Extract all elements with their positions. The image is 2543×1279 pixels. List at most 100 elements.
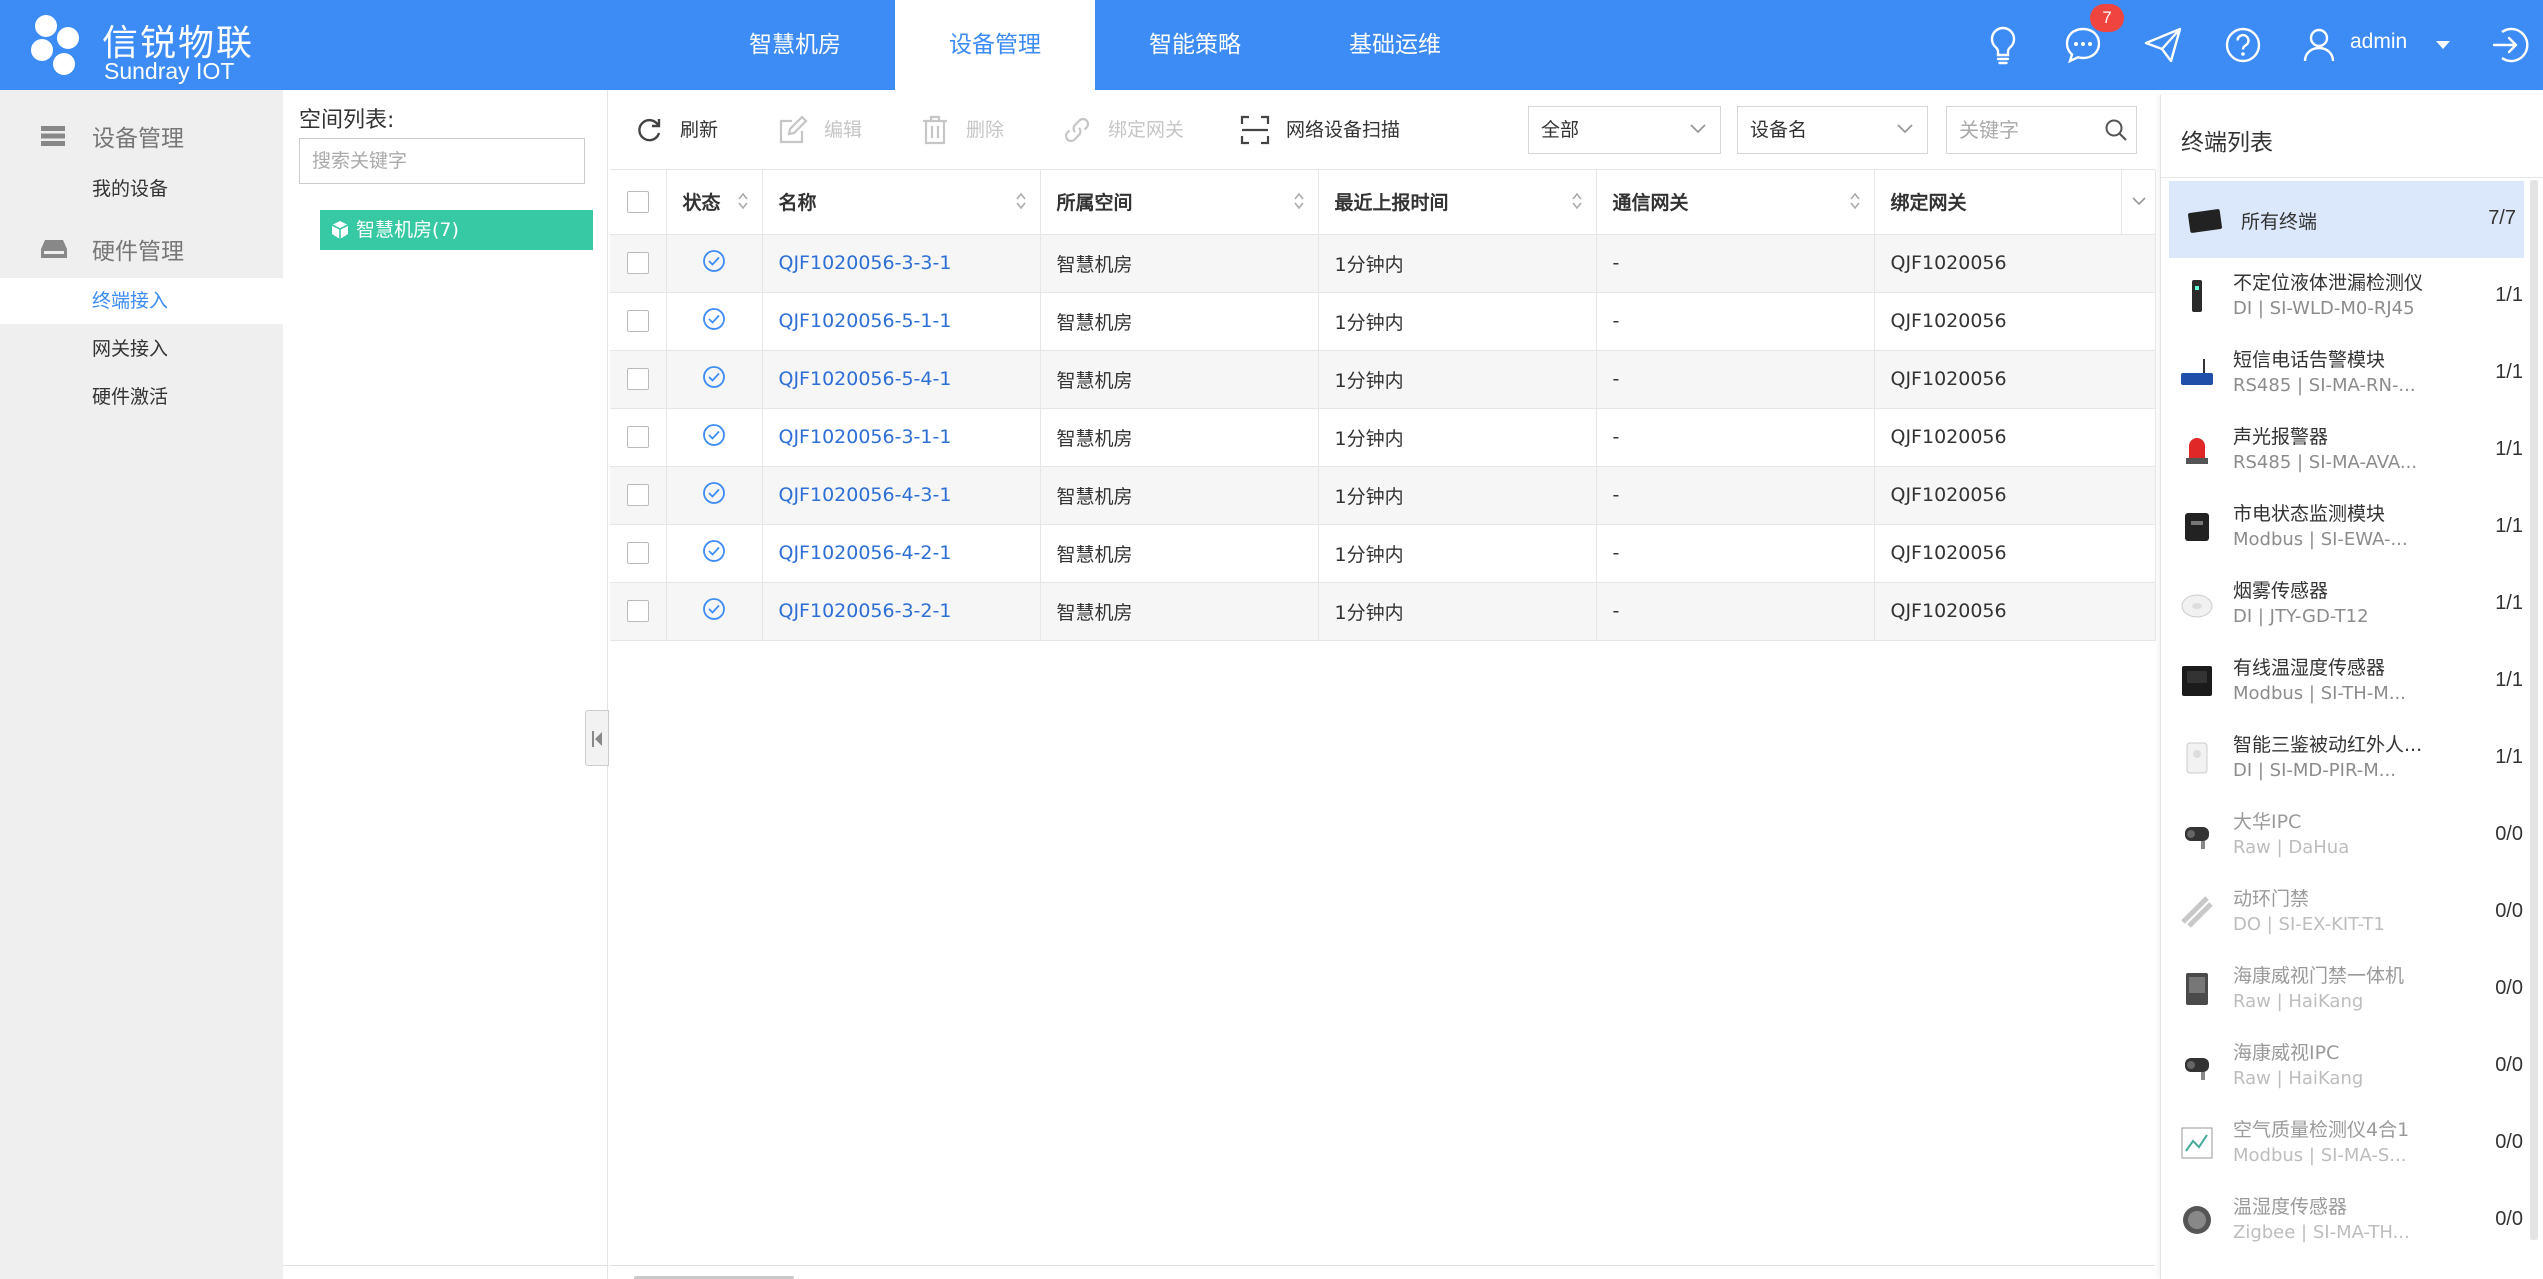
terminal-list-item[interactable]: 海康威视IPC Raw | HaiKang 0/0 xyxy=(2161,1028,2531,1105)
device-name-link[interactable]: QJF1020056-5-4-1 xyxy=(762,350,1041,409)
nav-tab-basic-ops[interactable]: 基础运维 xyxy=(1295,0,1495,90)
table-row[interactable]: QJF1020056-3-1-1 智慧机房 1分钟内 - QJF1020056 xyxy=(610,408,2156,467)
row-checkbox-cell[interactable] xyxy=(610,466,667,525)
status-filter-select[interactable]: 全部 xyxy=(1528,106,1721,154)
column-header-comm-gateway[interactable]: 通信网关 xyxy=(1596,170,1875,235)
terminal-list-item[interactable]: 声光报警器 RS485 | SI-MA-AVA... 1/1 xyxy=(2161,412,2531,489)
nav-tab-device-management[interactable]: 设备管理 xyxy=(895,0,1095,90)
caret-down-icon[interactable] xyxy=(2432,34,2454,56)
lightbulb-icon[interactable] xyxy=(1980,22,2026,68)
terminal-list-item[interactable]: 大华IPC Raw | DaHua 0/0 xyxy=(2161,797,2531,874)
last-report-cell: 1分钟内 xyxy=(1318,350,1597,409)
terminal-list-scrollbar[interactable] xyxy=(2530,180,2538,1240)
column-header-space[interactable]: 所属空间 xyxy=(1040,170,1319,235)
row-checkbox-cell[interactable] xyxy=(610,524,667,583)
row-checkbox-cell[interactable] xyxy=(610,408,667,467)
search-icon[interactable] xyxy=(2104,118,2128,142)
terminal-online-count: 1/1 xyxy=(2495,284,2523,306)
sort-icon[interactable] xyxy=(1293,192,1304,210)
row-checkbox-cell[interactable] xyxy=(610,234,667,293)
row-checkbox[interactable] xyxy=(626,542,649,565)
sidebar-item-hardware-activation[interactable]: 硬件激活 xyxy=(0,374,283,420)
delete-button[interactable]: 删除 xyxy=(920,112,1030,148)
row-checkbox[interactable] xyxy=(626,484,649,507)
terminal-list-item[interactable]: 市电状态监测模块 Modbus | SI-EWA-... 1/1 xyxy=(2161,489,2531,566)
logout-icon[interactable] xyxy=(2488,22,2534,68)
terminal-list-item[interactable]: 空气质量检测仪4合1 Modbus | SI-MA-S... 0/0 xyxy=(2161,1105,2531,1182)
row-checkbox[interactable] xyxy=(626,252,649,275)
brand-logo[interactable]: 信锐物联 Sundray IOT xyxy=(24,8,264,84)
nav-tab-smart-room[interactable]: 智慧机房 xyxy=(695,0,895,90)
column-menu-button[interactable] xyxy=(2120,170,2155,233)
sidebar-group-device-management[interactable]: 设备管理 xyxy=(0,105,283,165)
user-icon[interactable] xyxy=(2296,22,2342,68)
terminal-list-item[interactable]: 智能三鉴被动红外人... DI | SI-MD-PIR-M... 1/1 xyxy=(2161,720,2531,797)
device-name-link[interactable]: QJF1020056-3-2-1 xyxy=(762,582,1041,641)
bind-gateway-cell: QJF1020056 xyxy=(1874,582,2156,641)
nav-tab-smart-strategy[interactable]: 智能策略 xyxy=(1095,0,1295,90)
column-header-last-report[interactable]: 最近上报时间 xyxy=(1318,170,1597,235)
device-name-link[interactable]: QJF1020056-5-1-1 xyxy=(762,292,1041,351)
terminal-list-item[interactable]: 有线温湿度传感器 Modbus | SI-TH-M... 1/1 xyxy=(2161,643,2531,720)
row-checkbox[interactable] xyxy=(626,310,649,333)
terminal-list-item[interactable]: 海康威视门禁一体机 Raw | HaiKang 0/0 xyxy=(2161,951,2531,1028)
field-filter-select[interactable]: 设备名 xyxy=(1737,106,1928,154)
terminal-list-item[interactable]: 温湿度传感器(MS-T... xyxy=(2161,1259,2531,1279)
device-name-link[interactable]: QJF1020056-3-1-1 xyxy=(762,408,1041,467)
column-header-bind-gateway[interactable]: 绑定网关 xyxy=(1874,170,2156,235)
bind-gateway-button[interactable]: 绑定网关 xyxy=(1062,112,1202,148)
sort-icon[interactable] xyxy=(737,192,748,210)
terminal-protocol-model: DO | SI-EX-KIT-T1 xyxy=(2233,914,2385,935)
sidebar-item-my-devices[interactable]: 我的设备 xyxy=(0,166,283,212)
terminal-protocol-model: Raw | DaHua xyxy=(2233,837,2350,858)
table-row[interactable]: QJF1020056-4-2-1 智慧机房 1分钟内 - QJF1020056 xyxy=(610,524,2156,583)
row-checkbox[interactable] xyxy=(626,600,649,623)
network-device-scan-button[interactable]: 网络设备扫描 xyxy=(1240,112,1440,148)
select-all-checkbox-cell[interactable] xyxy=(610,170,667,235)
sort-icon[interactable] xyxy=(1849,192,1860,210)
terminal-list-item[interactable]: 所有终端 7/7 xyxy=(2169,181,2524,258)
top-bar: 信锐物联 Sundray IOT 智慧机房 设备管理 智能策略 基础运维 7 a… xyxy=(0,0,2543,90)
status-cell xyxy=(666,350,763,409)
sidebar-group-hardware-management[interactable]: 硬件管理 xyxy=(0,218,283,278)
terminal-list-item[interactable]: 烟雾传感器 DI | JTY-GD-T12 1/1 xyxy=(2161,566,2531,643)
row-checkbox[interactable] xyxy=(626,368,649,391)
space-search-input[interactable] xyxy=(299,138,585,184)
table-row[interactable]: QJF1020056-3-2-1 智慧机房 1分钟内 - QJF1020056 xyxy=(610,582,2156,641)
sidebar-item-terminal-access[interactable]: 终端接入 xyxy=(0,278,283,324)
row-checkbox-cell[interactable] xyxy=(610,582,667,641)
terminal-list-item[interactable]: 短信电话告警模块 RS485 | SI-MA-RN-... 1/1 xyxy=(2161,335,2531,412)
help-icon[interactable] xyxy=(2220,22,2266,68)
column-header-name[interactable]: 名称 xyxy=(762,170,1041,235)
sidebar-group-label: 硬件管理 xyxy=(92,239,184,265)
space-cell: 智慧机房 xyxy=(1040,350,1319,409)
sort-icon[interactable] xyxy=(1571,192,1582,210)
device-name-link[interactable]: QJF1020056-3-3-1 xyxy=(762,234,1041,293)
terminal-list-item[interactable]: 温湿度传感器 Zigbee | SI-MA-TH... 0/0 xyxy=(2161,1182,2531,1259)
user-name[interactable]: admin xyxy=(2350,30,2407,54)
status-online-icon xyxy=(703,539,725,562)
table-row[interactable]: QJF1020056-5-1-1 智慧机房 1分钟内 - QJF1020056 xyxy=(610,292,2156,351)
terminal-list-item[interactable]: 不定位液体泄漏检测仪 DI | SI-WLD-M0-RJ45 1/1 xyxy=(2161,258,2531,335)
table-row[interactable]: QJF1020056-4-3-1 智慧机房 1分钟内 - QJF1020056 xyxy=(610,466,2156,525)
sidebar-item-gateway-access[interactable]: 网关接入 xyxy=(0,326,283,372)
select-all-checkbox[interactable] xyxy=(626,191,649,213)
collapse-panel-handle[interactable] xyxy=(585,710,609,766)
terminal-list-item[interactable]: 动环门禁 DO | SI-EX-KIT-T1 0/0 xyxy=(2161,874,2531,951)
refresh-button[interactable]: 刷新 xyxy=(634,112,744,148)
table-row[interactable]: QJF1020056-5-4-1 智慧机房 1分钟内 - QJF1020056 xyxy=(610,350,2156,409)
send-icon[interactable] xyxy=(2140,22,2186,68)
table-row[interactable]: QJF1020056-3-3-1 智慧机房 1分钟内 - QJF1020056 xyxy=(610,234,2156,293)
column-header-status[interactable]: 状态 xyxy=(666,170,763,235)
edit-button[interactable]: 编辑 xyxy=(778,112,888,148)
space-tree-node[interactable]: 智慧机房(7) xyxy=(320,210,593,250)
sort-icon[interactable] xyxy=(1015,192,1026,210)
device-name-link[interactable]: QJF1020056-4-2-1 xyxy=(762,524,1041,583)
terminal-protocol-model: RS485 | SI-MA-RN-... xyxy=(2233,375,2416,396)
row-checkbox-cell[interactable] xyxy=(610,350,667,409)
device-name-link[interactable]: QJF1020056-4-3-1 xyxy=(762,466,1041,525)
terminal-online-count: 1/1 xyxy=(2495,592,2523,614)
row-checkbox-cell[interactable] xyxy=(610,292,667,351)
row-checkbox[interactable] xyxy=(626,426,649,449)
terminal-protocol-model: Modbus | SI-TH-M... xyxy=(2233,683,2406,704)
